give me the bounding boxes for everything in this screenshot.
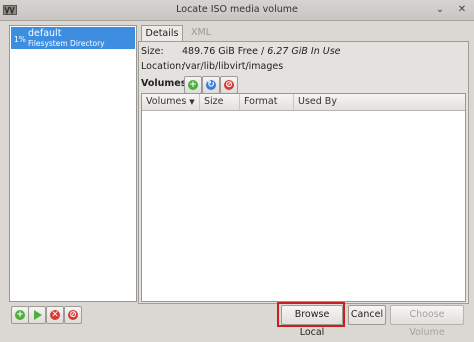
- window-title: Locate ISO media volume: [176, 4, 298, 15]
- stop-pool-button[interactable]: ✕: [46, 306, 64, 324]
- delete-icon: ⊘: [68, 310, 78, 320]
- add-icon: +: [15, 310, 25, 320]
- column-header-size[interactable]: Size: [200, 94, 240, 110]
- refresh-volumes-button[interactable]: ↻: [202, 76, 220, 94]
- add-pool-button[interactable]: +: [11, 306, 29, 324]
- size-used-value: 6.27 GiB In Use: [267, 46, 341, 57]
- sort-descending-icon: ▼: [189, 98, 195, 106]
- stop-icon: ✕: [50, 310, 60, 320]
- cancel-button[interactable]: Cancel: [348, 305, 386, 325]
- size-free-value: 489.76 GiB Free /: [182, 46, 265, 57]
- pool-type: Filesystem Directory: [28, 39, 105, 48]
- close-icon[interactable]: ✕: [455, 3, 469, 17]
- choose-volume-button[interactable]: Choose Volume: [390, 305, 464, 338]
- storage-pool-list[interactable]: 1% default Filesystem Directory: [9, 25, 137, 302]
- tab-xml[interactable]: XML: [186, 25, 216, 41]
- add-volume-button[interactable]: +: [184, 76, 202, 94]
- start-pool-button[interactable]: [28, 306, 46, 324]
- volume-table[interactable]: Volumes ▼ Size Format Used By: [141, 93, 466, 302]
- size-value: 489.76 GiB Free / 6.27 GiB In Use: [182, 46, 341, 57]
- column-header-format[interactable]: Format: [240, 94, 294, 110]
- delete-volume-button[interactable]: ⊘: [220, 76, 238, 94]
- size-label: Size:: [141, 46, 164, 57]
- pool-name: default: [28, 28, 62, 39]
- play-icon: [34, 310, 42, 320]
- refresh-icon: ↻: [206, 80, 216, 90]
- title-bar[interactable]: Locate ISO media volume ⌄ ✕: [0, 0, 474, 21]
- location-value: /var/lib/libvirt/images: [182, 61, 284, 72]
- volumes-label: Volumes: [141, 78, 187, 89]
- pool-usage-percent: 1%: [14, 35, 26, 44]
- pool-item-default[interactable]: 1% default Filesystem Directory: [11, 27, 135, 49]
- column-header-volumes[interactable]: Volumes ▼: [142, 94, 200, 110]
- highlight-box: [277, 302, 345, 327]
- volume-table-header: Volumes ▼ Size Format Used By: [142, 94, 465, 111]
- minimize-icon[interactable]: ⌄: [433, 3, 447, 17]
- location-label: Location:: [141, 61, 185, 72]
- add-icon: +: [188, 80, 198, 90]
- column-header-label: Volumes: [146, 96, 187, 107]
- delete-icon: ⊘: [224, 80, 234, 90]
- column-header-used-by[interactable]: Used By: [294, 94, 465, 110]
- delete-pool-button[interactable]: ⊘: [64, 306, 82, 324]
- tab-details[interactable]: Details: [141, 25, 183, 42]
